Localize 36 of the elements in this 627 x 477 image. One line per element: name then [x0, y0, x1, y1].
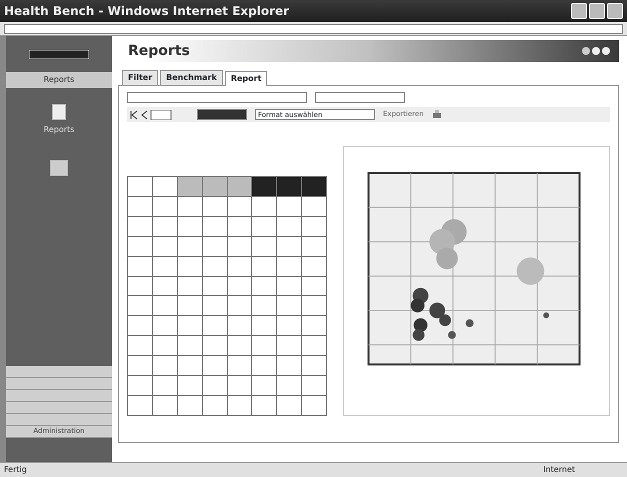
- maximize-button[interactable]: [589, 3, 605, 19]
- bubble: [436, 248, 458, 270]
- bubble: [410, 298, 424, 312]
- minimize-button[interactable]: [571, 3, 587, 19]
- sidebar-menu-item[interactable]: [6, 402, 112, 414]
- page-title: Reports: [128, 42, 190, 60]
- report-dropdown[interactable]: [127, 92, 307, 103]
- zoom-dropdown[interactable]: [197, 109, 247, 120]
- sidebar-menu-item[interactable]: [6, 390, 112, 402]
- bubble: [543, 312, 550, 318]
- bubble: [429, 302, 446, 318]
- sidebar-menu-item[interactable]: [6, 414, 112, 426]
- printer-icon: [432, 110, 442, 120]
- address-field[interactable]: [4, 24, 623, 34]
- sidebar-section-header: Reports: [6, 72, 112, 88]
- refresh-button[interactable]: [315, 92, 405, 103]
- report-icon[interactable]: [52, 104, 66, 120]
- bubble: [448, 331, 456, 339]
- sidebar-menu-item[interactable]: [6, 378, 112, 390]
- bubble: [516, 257, 544, 285]
- tab[interactable]: Benchmark: [160, 70, 223, 85]
- tab[interactable]: Filter: [122, 70, 158, 85]
- bubble: [414, 318, 428, 332]
- bubble: [412, 329, 424, 341]
- header-icons-drawing: [581, 46, 611, 56]
- status-text: Fertig: [4, 464, 27, 476]
- logo-icon: [29, 50, 89, 58]
- security-zone-text: Internet: [543, 464, 575, 476]
- bubble: [439, 314, 451, 326]
- bubble: [466, 319, 474, 328]
- close-button[interactable]: [607, 3, 623, 19]
- folder-icon[interactable]: [50, 160, 68, 176]
- tab[interactable]: Report: [224, 71, 268, 86]
- sidebar-item-label[interactable]: Reports: [44, 124, 74, 136]
- window-title: Health Bench - Windows Internet Explorer: [4, 3, 290, 20]
- sidebar-menu-item[interactable]: [6, 366, 112, 378]
